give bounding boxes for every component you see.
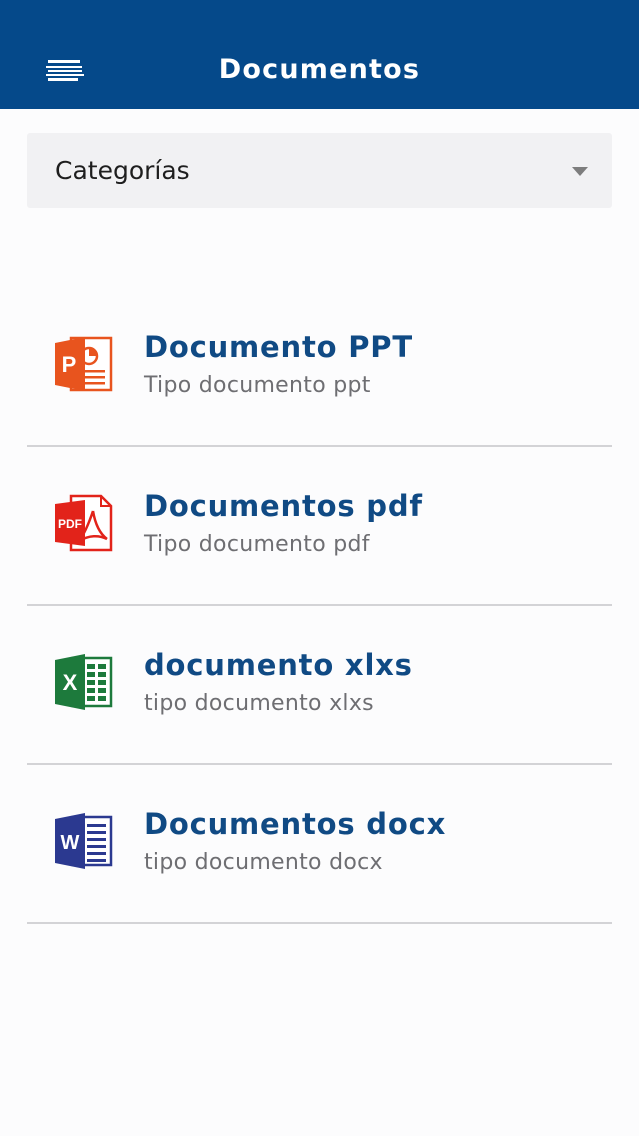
svg-text:W: W [61,832,80,854]
category-dropdown-label: Categorías [55,156,190,185]
pdf-icon: PDF [55,494,113,552]
document-subtitle: tipo documento xlxs [144,691,374,716]
excel-icon: X [55,654,113,710]
powerpoint-icon: P [55,336,113,392]
app-screen: Documentos Categorías P Documento PPT Ti… [0,0,639,1136]
document-list: P Documento PPT Tipo documento ppt PDF D… [27,288,612,924]
document-item-ppt[interactable]: P Documento PPT Tipo documento ppt [27,288,612,447]
document-item-docx[interactable]: W Documentos docx tipo documento docx [27,765,612,924]
word-icon: W [55,813,113,869]
document-title: Documentos docx [144,807,447,841]
document-title: documento xlxs [144,648,413,682]
caret-down-icon [572,167,588,176]
document-item-xlsx[interactable]: X documento xlxs tipo documento xlxs [27,606,612,765]
menu-button[interactable] [44,58,86,86]
category-dropdown[interactable]: Categorías [27,133,612,208]
page-title: Documentos [218,54,421,85]
svg-text:PDF: PDF [58,517,82,531]
document-title: Documentos pdf [144,489,423,523]
svg-text:X: X [63,670,78,695]
document-subtitle: tipo documento docx [144,850,383,875]
document-subtitle: Tipo documento ppt [144,373,371,398]
document-item-pdf[interactable]: PDF Documentos pdf Tipo documento pdf [27,447,612,606]
document-title: Documento PPT [144,330,413,364]
hamburger-menu-icon [46,60,84,81]
document-subtitle: Tipo documento pdf [144,532,370,557]
svg-text:P: P [62,352,77,377]
app-header: Documentos [0,0,639,109]
